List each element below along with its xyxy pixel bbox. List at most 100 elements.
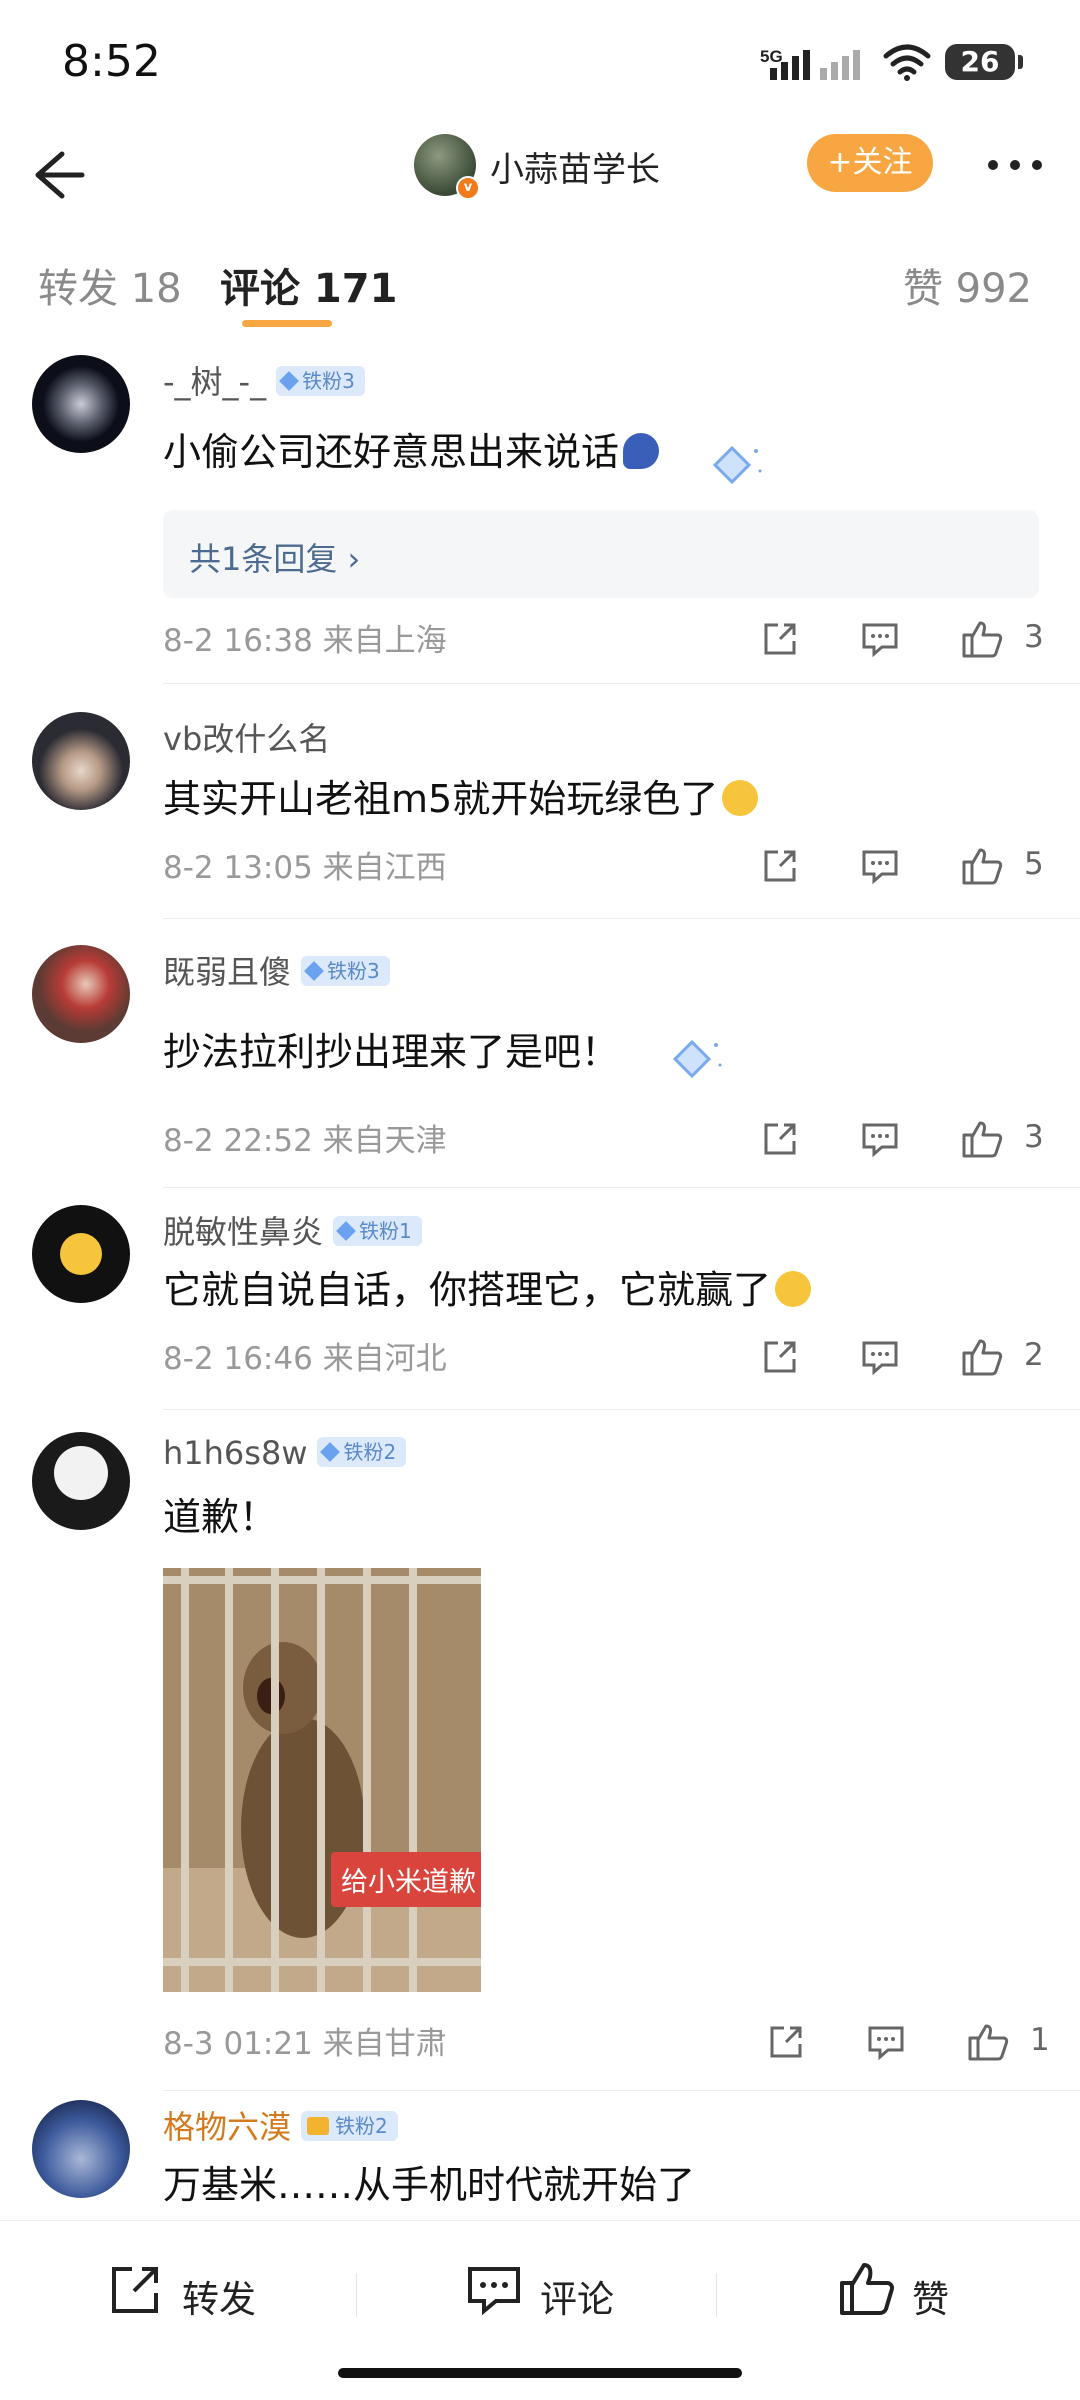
comment-text-body: 其实开山老祖m5就开始玩绿色了 bbox=[163, 777, 719, 821]
diamond-icon bbox=[304, 960, 324, 981]
comment-icon bbox=[862, 623, 898, 658]
share-button[interactable] bbox=[766, 2016, 816, 2066]
comment-author[interactable]: vb改什么名 bbox=[163, 714, 330, 760]
comment-image[interactable]: 给小米道歉 bbox=[163, 1568, 481, 1992]
comment-text-body: 小偷公司还好意思出来说话 bbox=[163, 430, 620, 474]
tab-like[interactable]: 赞 992 bbox=[903, 256, 1032, 314]
reply-button[interactable] bbox=[860, 1331, 910, 1381]
reply-summary-link[interactable]: 共1条回复 › bbox=[163, 510, 1039, 598]
comment-icon bbox=[862, 1123, 898, 1158]
comment-text: 抄法拉利抄出理来了是吧！ bbox=[163, 1021, 619, 1076]
divider bbox=[163, 1409, 1080, 1410]
fan-badge-label: 铁粉2 bbox=[343, 1440, 397, 1464]
active-tab-indicator bbox=[242, 320, 332, 327]
comment-author-name: 脱敏性鼻炎 bbox=[163, 1213, 324, 1251]
fan-badge: 铁粉2 bbox=[301, 2111, 398, 2141]
like-button[interactable]: 1 bbox=[966, 2016, 1056, 2066]
battery-indicator: 26 bbox=[945, 44, 1023, 80]
comment-author-name: 格物六漠 bbox=[163, 2108, 292, 2146]
like-button[interactable]: 3 bbox=[960, 613, 1050, 663]
thumbs-up-icon bbox=[962, 1121, 1003, 1158]
share-icon bbox=[764, 1341, 796, 1373]
like-button[interactable]: 2 bbox=[960, 1331, 1050, 1381]
comment-item: 脱敏性鼻炎 铁粉1 它就自说自话，你搭理它，它就赢了 8-2 16:46 来自河北… bbox=[0, 1205, 1080, 1415]
cellular-signal-icon: 5G bbox=[760, 47, 860, 80]
avatar[interactable] bbox=[32, 2100, 130, 2198]
author-avatar[interactable]: v bbox=[414, 134, 480, 200]
divider bbox=[163, 918, 1080, 919]
comment-actions: 2 bbox=[760, 1331, 1050, 1381]
like-post-button[interactable]: 赞 bbox=[836, 2261, 976, 2321]
comment-text-body: 抄法拉利抄出理来了是吧！ bbox=[163, 1030, 620, 1074]
avatar[interactable] bbox=[32, 355, 130, 453]
comment-author[interactable]: -_树_-_ 铁粉3 bbox=[163, 357, 365, 403]
more-options-icon[interactable] bbox=[985, 155, 1045, 175]
comment-text-body: 道歉！ bbox=[163, 1495, 278, 1539]
comment-author-name: 既弱且傻 bbox=[163, 953, 292, 991]
avatar[interactable] bbox=[32, 712, 130, 810]
like-button[interactable]: 3 bbox=[960, 1113, 1050, 1163]
reply-button[interactable] bbox=[860, 1113, 910, 1163]
comment-author[interactable]: 既弱且傻 铁粉3 bbox=[163, 947, 390, 993]
smiling-emoji-icon bbox=[775, 1270, 812, 1307]
share-button[interactable] bbox=[760, 613, 810, 663]
like-count: 3 bbox=[1024, 1119, 1044, 1155]
reply-button[interactable] bbox=[866, 2016, 916, 2066]
comment-meta: 8-2 22:52 来自天津 bbox=[163, 1123, 447, 1159]
reply-summary-label: 共1条回复 › bbox=[189, 540, 361, 578]
comment-actions: 5 bbox=[760, 840, 1050, 890]
like-count: 3 bbox=[1024, 619, 1044, 655]
like-button[interactable]: 5 bbox=[960, 840, 1050, 890]
thumbs-up-icon bbox=[968, 2024, 1009, 2061]
repost-button[interactable]: 转发 bbox=[106, 2261, 276, 2321]
comment-text: 小偷公司还好意思出来说话 bbox=[163, 421, 660, 476]
reply-button[interactable] bbox=[860, 613, 910, 663]
share-icon bbox=[764, 1123, 796, 1155]
fan-badge-label: 铁粉3 bbox=[302, 369, 355, 393]
status-time: 8:52 bbox=[62, 36, 161, 87]
comment-author[interactable]: 脱敏性鼻炎 铁粉1 bbox=[163, 1207, 422, 1253]
author-name[interactable]: 小蒜苗学长 bbox=[490, 142, 660, 191]
comment-icon bbox=[868, 2026, 904, 2061]
share-button[interactable] bbox=[760, 1113, 810, 1163]
comment-item: 格物六漠 铁粉2 万基米……从手机时代就开始了 bbox=[0, 2100, 1080, 2220]
comment-author-name: -_树_-_ bbox=[163, 363, 267, 401]
tab-repost[interactable]: 转发 18 bbox=[38, 256, 182, 314]
fan-badge-label: 铁粉1 bbox=[359, 1219, 412, 1243]
back-arrow-icon[interactable] bbox=[22, 140, 92, 210]
reply-button[interactable] bbox=[860, 840, 910, 890]
share-icon bbox=[764, 850, 796, 882]
comment-author-name: h1h6s8w bbox=[163, 1434, 308, 1472]
comment-meta: 8-2 13:05 来自江西 bbox=[163, 850, 447, 886]
thumbs-up-icon bbox=[962, 1339, 1003, 1376]
comment-text: 其实开山老祖m5就开始玩绿色了 bbox=[163, 768, 759, 823]
header: v 小蒜苗学长 +关注 bbox=[0, 120, 1080, 230]
fan-badge-label: 铁粉2 bbox=[335, 2114, 388, 2138]
fan-badge: 铁粉2 bbox=[317, 1437, 407, 1467]
comment-actions: 3 bbox=[760, 613, 1050, 663]
thumbs-up-icon bbox=[962, 848, 1003, 885]
comment-item: -_树_-_ 铁粉3 小偷公司还好意思出来说话 共1条回复 › 8-2 16:38… bbox=[0, 355, 1080, 685]
share-button[interactable] bbox=[760, 1331, 810, 1381]
comment-item: h1h6s8w 铁粉2 道歉！ 给小米道歉 8-3 01:21 来自甘肃 1 bbox=[0, 1432, 1080, 2092]
fan-badge: 铁粉3 bbox=[276, 366, 365, 396]
comment-author[interactable]: h1h6s8w 铁粉2 bbox=[163, 1434, 407, 1472]
comment-icon bbox=[862, 1341, 898, 1376]
share-icon bbox=[764, 623, 796, 655]
comment-author[interactable]: 格物六漠 铁粉2 bbox=[163, 2102, 398, 2148]
follow-button[interactable]: +关注 bbox=[807, 134, 933, 192]
avatar[interactable] bbox=[32, 945, 130, 1043]
home-indicator bbox=[338, 2368, 742, 2378]
divider bbox=[716, 2273, 717, 2317]
share-icon bbox=[770, 2026, 802, 2058]
comment-meta: 8-2 16:46 来自河北 bbox=[163, 1341, 447, 1377]
comment-meta: 8-2 16:38 来自上海 bbox=[163, 623, 447, 659]
comment-item: vb改什么名 其实开山老祖m5就开始玩绿色了 8-2 13:05 来自江西 5 bbox=[0, 712, 1080, 932]
comment-icon bbox=[862, 850, 898, 885]
comment-button[interactable]: 评论 bbox=[464, 2261, 634, 2321]
diamond-icon bbox=[320, 1441, 341, 1462]
comment-text: 它就自说自话，你搭理它，它就赢了 bbox=[163, 1259, 812, 1314]
avatar[interactable] bbox=[32, 1432, 130, 1530]
share-button[interactable] bbox=[760, 840, 810, 890]
avatar[interactable] bbox=[32, 1205, 130, 1303]
